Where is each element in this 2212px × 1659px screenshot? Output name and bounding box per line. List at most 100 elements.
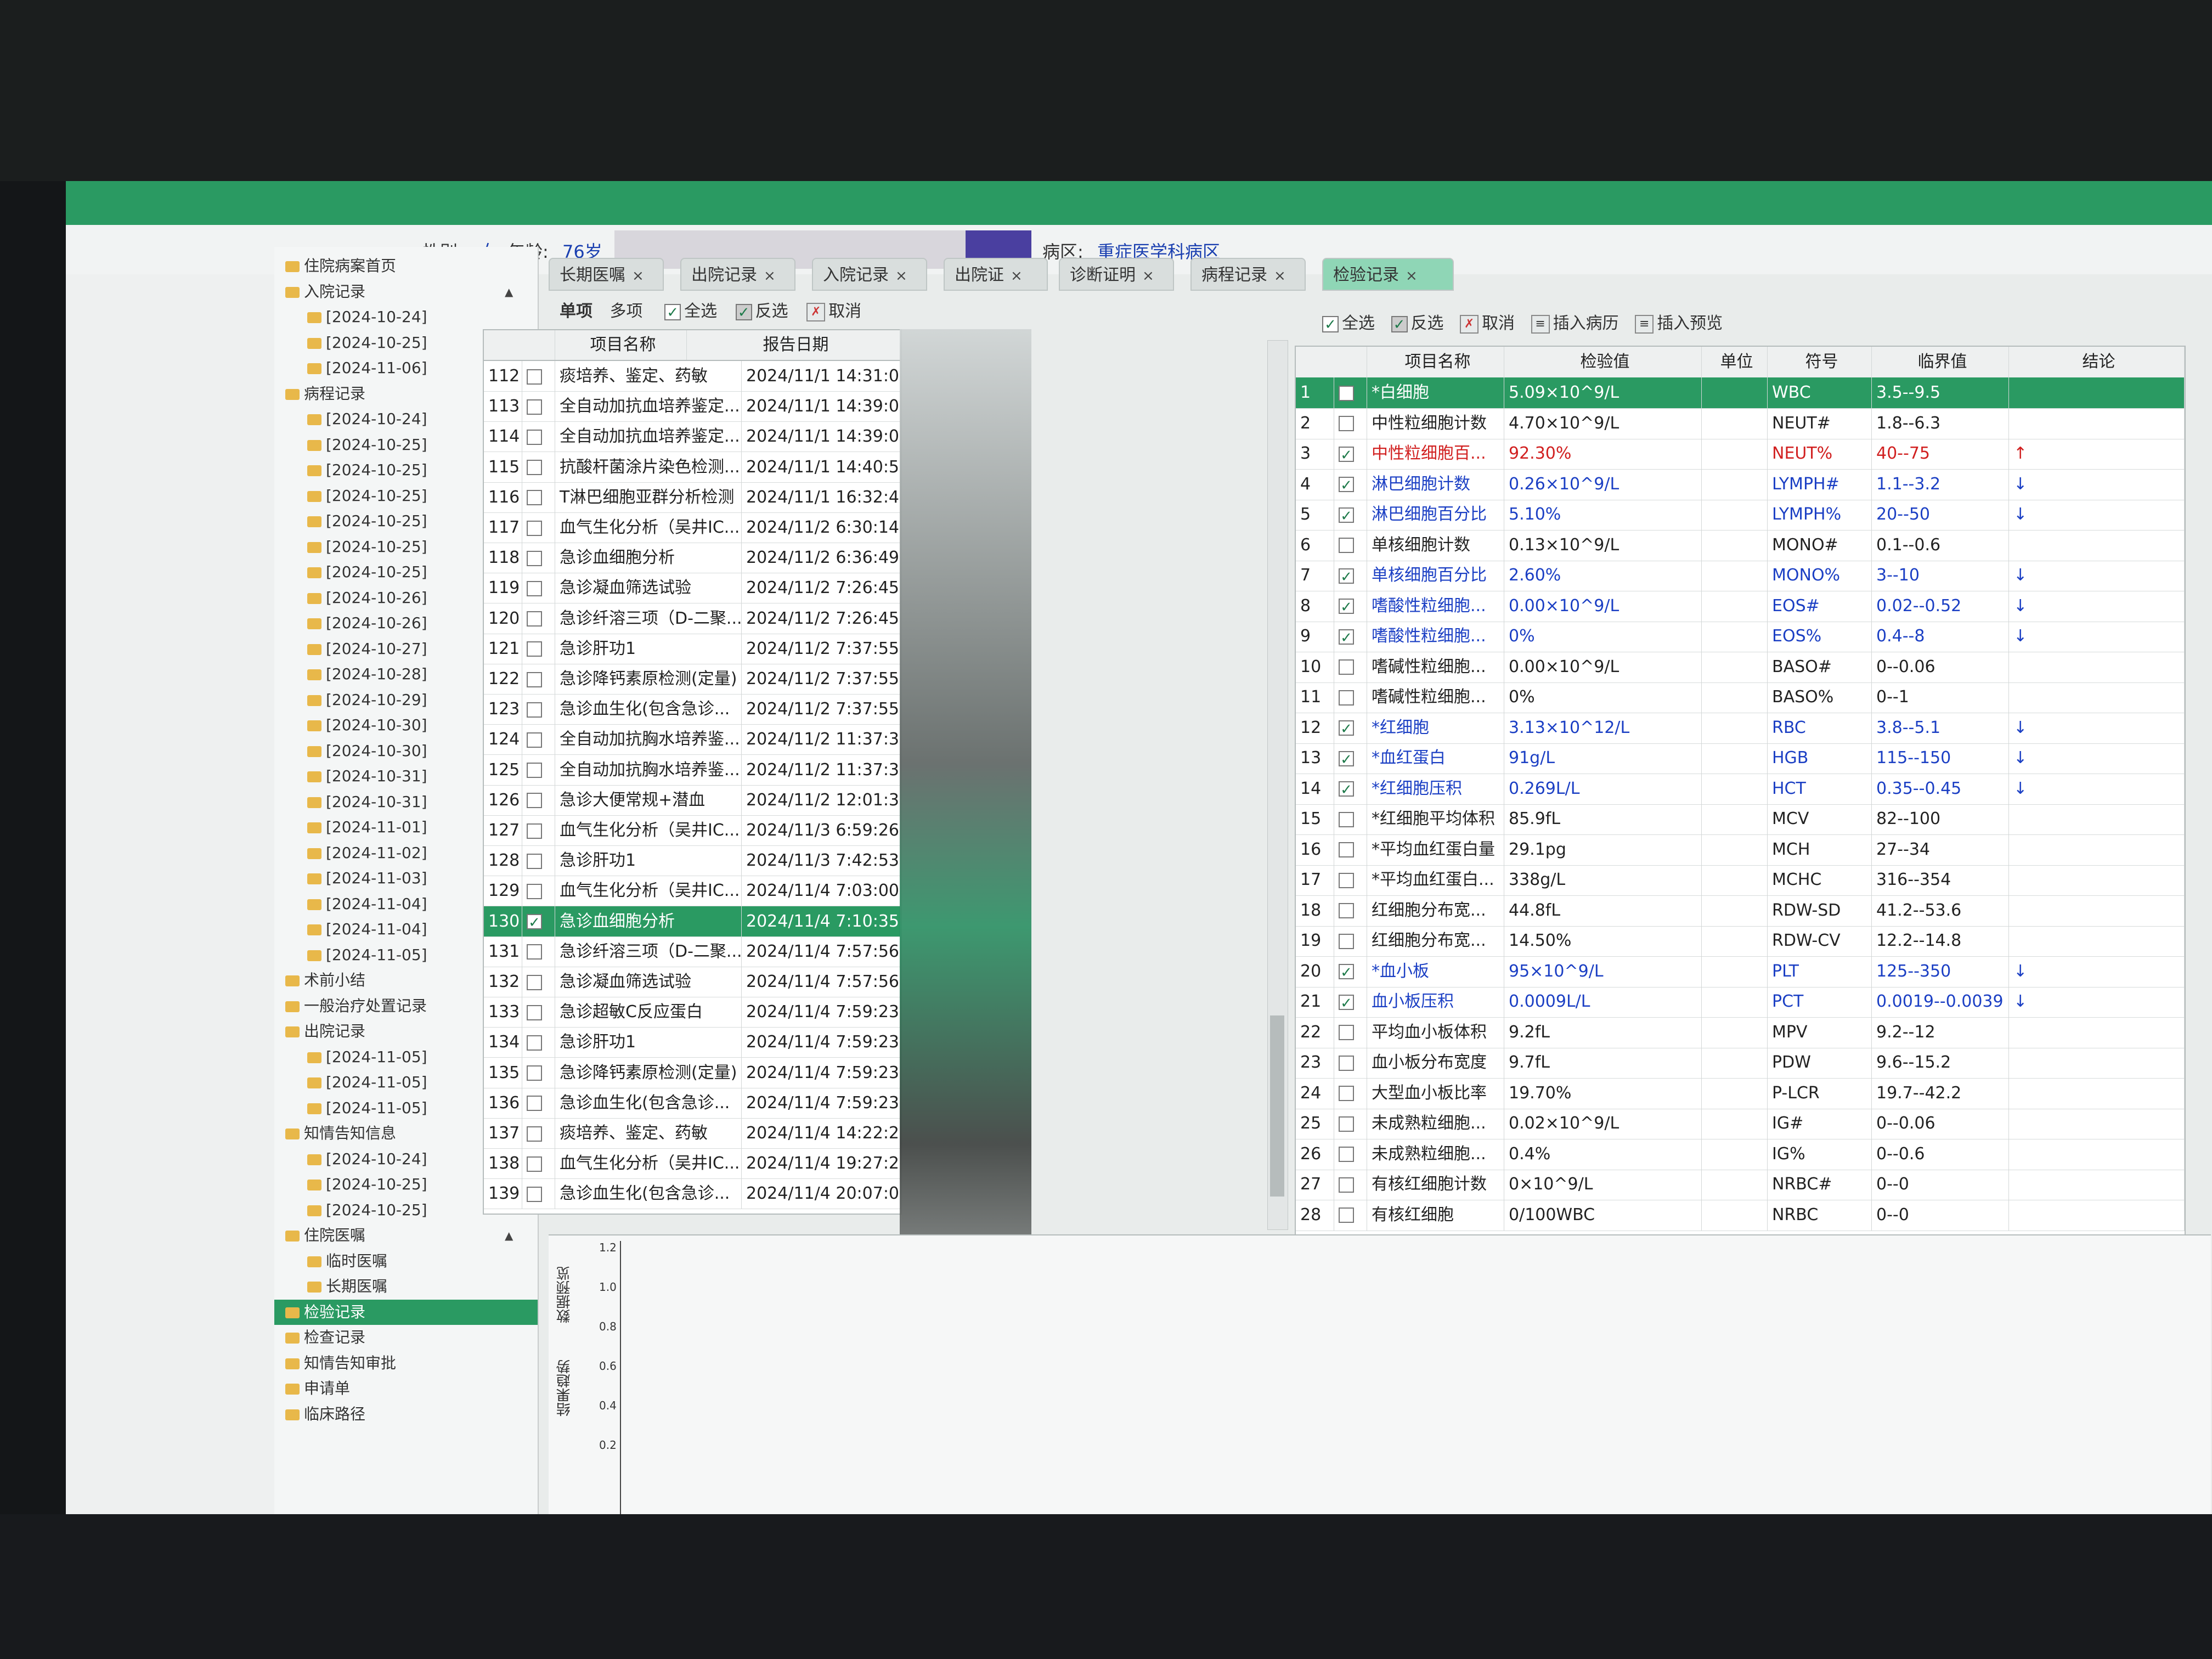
row-checkbox-cell[interactable] xyxy=(1334,377,1367,408)
table-row[interactable]: 20 ✓ *血小板 95×10^9/L PLT 125--350 ↓ xyxy=(1296,956,2185,988)
row-checkbox-cell[interactable] xyxy=(522,391,555,422)
checkbox-icon[interactable] xyxy=(527,853,542,869)
tree-item[interactable]: [2024-10-25] xyxy=(274,330,427,356)
tree-item[interactable]: [2024-10-25] xyxy=(274,534,427,560)
table-row[interactable]: 5 ✓ 淋巴细胞百分比 5.10% LYMPH% 20--50 ↓ xyxy=(1296,499,2185,531)
table-row[interactable]: 13 ✓ *血红蛋白 91g/L HGB 115--150 ↓ xyxy=(1296,743,2185,774)
checkbox-icon[interactable] xyxy=(1339,811,1354,827)
row-checkbox-cell[interactable]: ✓ xyxy=(1334,560,1367,591)
table-row[interactable]: 132 急诊凝血筛选试验 2024/11/4 7:57:56 xyxy=(484,967,901,997)
tree-item[interactable]: [2024-11-01] xyxy=(274,815,427,840)
close-icon[interactable]: × xyxy=(1142,268,1154,284)
row-checkbox-cell[interactable] xyxy=(522,1027,555,1058)
checkbox-icon[interactable] xyxy=(527,732,542,748)
insert-record-button[interactable]: ≡ 插入病历 xyxy=(1531,314,1619,334)
checkbox-icon[interactable]: ✓ xyxy=(1339,720,1354,737)
tree-item[interactable]: [2024-10-29] xyxy=(274,687,427,713)
table-row[interactable]: 1 *白细胞 5.09×10^9/L WBC 3.5--9.5 xyxy=(1296,377,2185,409)
select-all-button[interactable]: ✓ 全选 xyxy=(1322,314,1375,333)
row-checkbox-cell[interactable] xyxy=(522,1148,555,1179)
checkbox-icon[interactable] xyxy=(527,580,542,596)
checkbox-icon[interactable] xyxy=(527,429,542,445)
single-mode-button[interactable]: 单项 xyxy=(560,302,592,321)
table-row[interactable]: 136 急诊血生化(包含急诊... 2024/11/4 7:59:23 xyxy=(484,1087,901,1119)
row-checkbox-cell[interactable] xyxy=(522,664,555,694)
tree-item[interactable]: [2024-10-25] xyxy=(274,1172,427,1197)
row-checkbox-cell[interactable] xyxy=(522,967,555,997)
table-row[interactable]: 24 大型血小板比率 19.70% P-LCR 19.7--42.2 xyxy=(1296,1077,2185,1109)
row-checkbox-cell[interactable] xyxy=(522,845,555,876)
tree-item[interactable]: [2024-10-26] xyxy=(274,585,427,611)
tree-item[interactable]: 检查记录 xyxy=(274,1325,365,1350)
table-row[interactable]: 130 ✓ 急诊血细胞分析 2024/11/4 7:10:35 xyxy=(484,906,901,937)
checkbox-icon[interactable] xyxy=(527,611,542,627)
close-icon[interactable]: × xyxy=(632,268,644,284)
header-conclusion[interactable]: 结论 xyxy=(2009,347,2185,377)
table-row[interactable]: 8 ✓ 嗜酸性粒细胞... 0.00×10^9/L EOS# 0.02--0.52 ↓ xyxy=(1296,590,2185,622)
cancel-button[interactable]: ✗ 取消 xyxy=(1460,314,1515,334)
tree-item[interactable]: [2024-11-02] xyxy=(274,840,427,866)
checkbox-icon[interactable] xyxy=(527,1186,542,1202)
checkbox-icon[interactable]: ✓ xyxy=(527,914,542,930)
table-row[interactable]: 6 单核细胞计数 0.13×10^9/L MONO# 0.1--0.6 xyxy=(1296,529,2185,561)
tree-item[interactable]: [2024-10-28] xyxy=(274,662,427,687)
tree-item[interactable]: [2024-10-31] xyxy=(274,764,427,789)
checkbox-icon[interactable]: ✓ xyxy=(1339,599,1354,615)
close-icon[interactable]: × xyxy=(895,268,907,284)
checkbox-icon[interactable] xyxy=(1339,1147,1354,1162)
table-row[interactable]: 4 ✓ 淋巴细胞计数 0.26×10^9/L LYMPH# 1.1--3.2 ↓ xyxy=(1296,469,2185,500)
row-checkbox-cell[interactable] xyxy=(522,785,555,815)
invert-button[interactable]: ✓ 反选 xyxy=(735,302,788,321)
tree-item[interactable]: [2024-11-06] xyxy=(274,356,427,381)
row-checkbox-cell[interactable] xyxy=(522,1118,555,1148)
row-checkbox-cell[interactable] xyxy=(522,543,555,573)
tree-item[interactable]: [2024-10-24] xyxy=(274,407,427,432)
row-checkbox-cell[interactable] xyxy=(522,573,555,603)
tree-item[interactable]: [2024-10-30] xyxy=(274,713,427,738)
checkbox-icon[interactable] xyxy=(527,641,542,657)
checkbox-icon[interactable]: ✓ xyxy=(1339,507,1354,524)
tree-item[interactable]: 入院记录 ▲ xyxy=(274,279,513,304)
table-row[interactable]: 7 ✓ 单核细胞百分比 2.60% MONO% 3--10 ↓ xyxy=(1296,560,2185,591)
checkbox-icon[interactable] xyxy=(527,793,542,809)
row-checkbox-cell[interactable] xyxy=(522,754,555,785)
row-checkbox-cell[interactable]: ✓ xyxy=(1334,712,1367,743)
row-checkbox-cell[interactable] xyxy=(522,421,555,452)
tree-item[interactable]: 临时医嘱 xyxy=(274,1249,387,1274)
tree-item[interactable]: [2024-10-25] xyxy=(274,1198,427,1223)
checkbox-icon[interactable] xyxy=(1339,1086,1354,1101)
table-row[interactable]: 10 嗜碱性粒细胞... 0.00×10^9/L BASO# 0--0.06 xyxy=(1296,651,2185,683)
tab[interactable]: 病程记录 × xyxy=(1190,258,1306,291)
checkbox-icon[interactable] xyxy=(1339,385,1354,401)
row-checkbox-cell[interactable]: ✓ xyxy=(1334,743,1367,774)
row-checkbox-cell[interactable]: ✓ xyxy=(1334,621,1367,652)
checkbox-icon[interactable] xyxy=(527,490,542,506)
row-checkbox-cell[interactable]: ✓ xyxy=(1334,773,1367,804)
row-checkbox-cell[interactable] xyxy=(522,694,555,725)
table-row[interactable]: 115 抗酸杆菌涂片染色检测... 2024/11/1 14:40:50 xyxy=(484,452,901,483)
checkbox-icon[interactable] xyxy=(1339,933,1354,949)
table-row[interactable]: 117 血气生化分析（吴井IC... 2024/11/2 6:30:14 xyxy=(484,512,901,543)
checkbox-icon[interactable] xyxy=(527,763,542,778)
checkbox-icon[interactable] xyxy=(1339,538,1354,553)
row-checkbox-cell[interactable] xyxy=(1334,834,1367,865)
close-icon[interactable]: × xyxy=(764,268,776,284)
tree-item[interactable]: [2024-11-04] xyxy=(274,891,427,917)
vertical-scrollbar[interactable] xyxy=(1267,340,1288,1230)
checkbox-icon[interactable] xyxy=(527,1065,542,1081)
close-icon[interactable]: × xyxy=(1406,268,1418,284)
tree-item[interactable]: 住院医嘱 ▲ xyxy=(274,1223,513,1248)
checkbox-icon[interactable] xyxy=(1339,1116,1354,1132)
checkbox-icon[interactable] xyxy=(1339,690,1354,706)
table-row[interactable]: 114 全自动加抗血培养鉴定... 2024/11/1 14:39:07 xyxy=(484,421,901,453)
tree-item[interactable]: [2024-10-25] xyxy=(274,483,427,509)
checkbox-icon[interactable] xyxy=(1339,416,1354,431)
table-row[interactable]: 15 *红细胞平均体积 85.9fL MCV 82--100 xyxy=(1296,804,2185,835)
row-checkbox-cell[interactable] xyxy=(1334,895,1367,926)
row-checkbox-cell[interactable]: ✓ xyxy=(1334,956,1367,987)
table-row[interactable]: 119 急诊凝血筛选试验 2024/11/2 7:26:45 xyxy=(484,573,901,604)
row-checkbox-cell[interactable] xyxy=(1334,1017,1367,1048)
checkbox-icon[interactable] xyxy=(527,550,542,566)
row-checkbox-cell[interactable] xyxy=(522,876,555,906)
tab-data-preview[interactable]: 数据预览 xyxy=(554,1241,578,1323)
